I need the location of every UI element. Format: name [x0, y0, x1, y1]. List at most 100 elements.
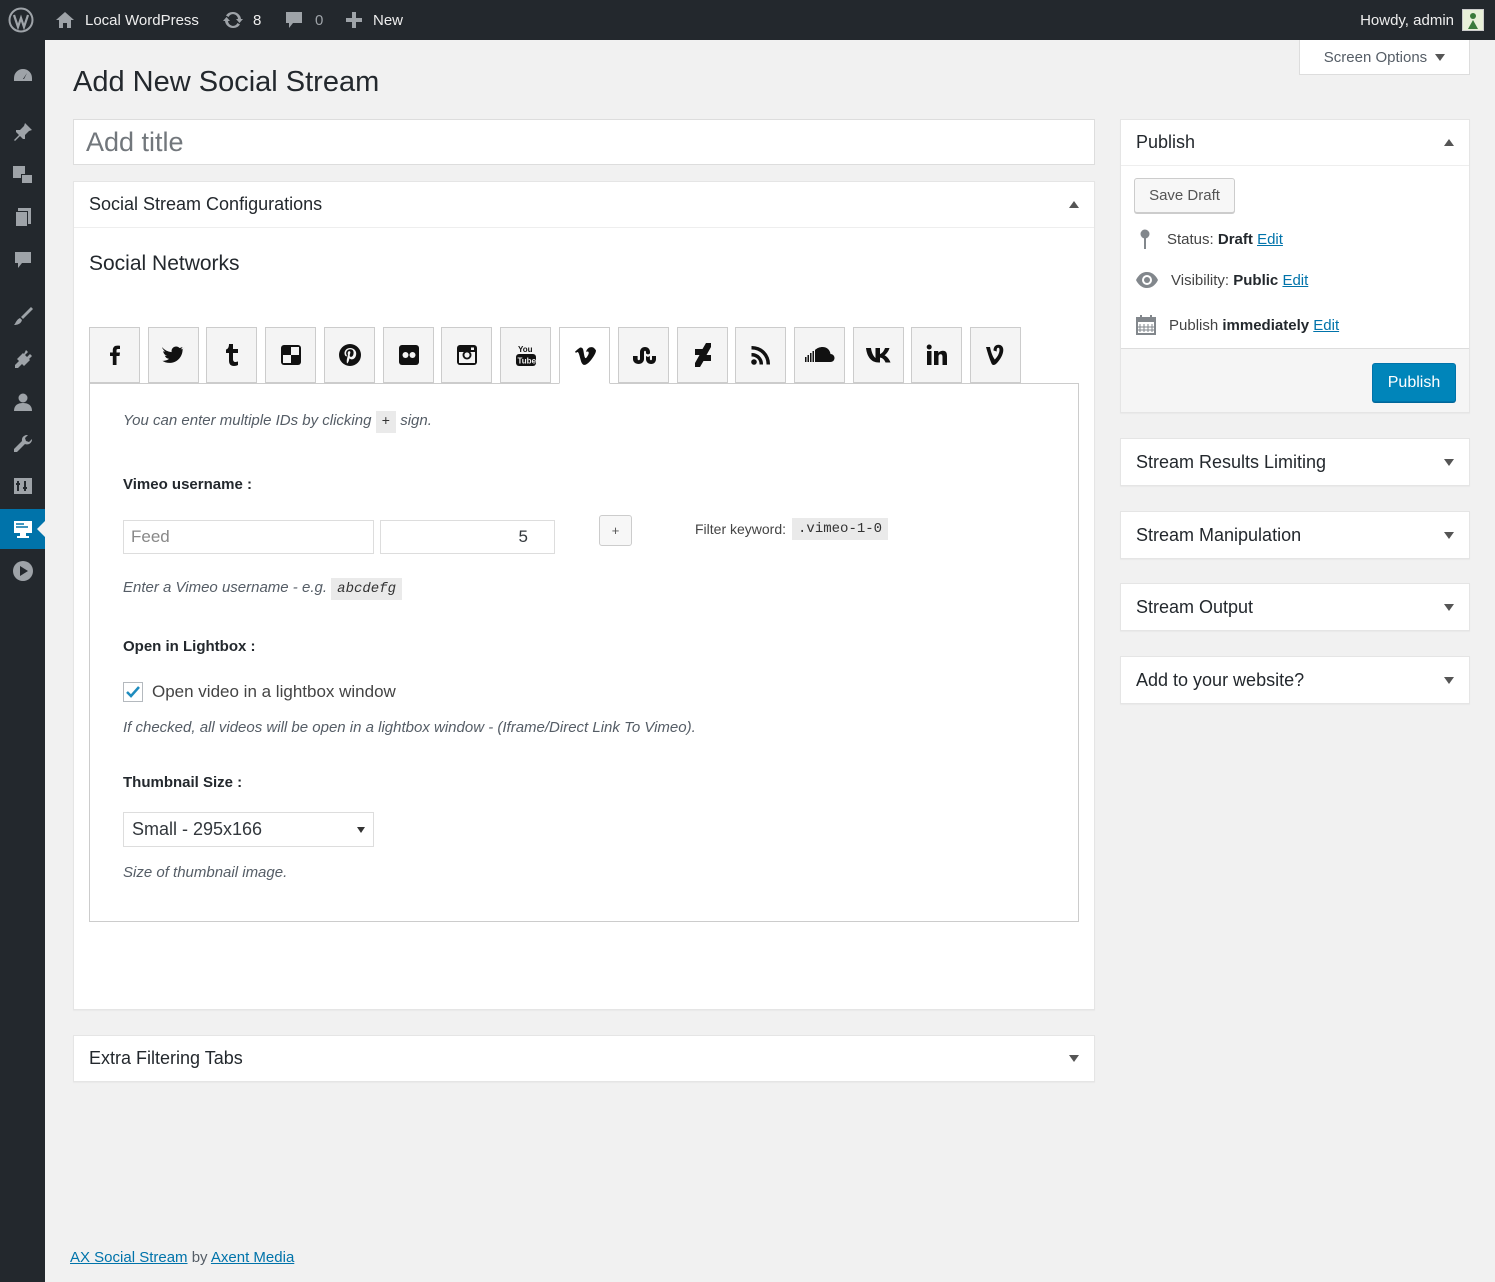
tab-stumbleupon[interactable] — [618, 327, 669, 383]
add-id-button[interactable]: + — [599, 515, 632, 546]
menu-appearance[interactable] — [0, 296, 45, 336]
svg-text:You: You — [518, 345, 533, 354]
plugin-link[interactable]: AX Social Stream — [70, 1249, 188, 1266]
edit-visibility-link[interactable]: Edit — [1282, 272, 1308, 289]
footer: AX Social Stream by Axent Media — [70, 1249, 294, 1266]
menu-social-stream[interactable] — [0, 509, 45, 549]
extra-filtering-header[interactable]: Extra Filtering Tabs — [74, 1036, 1094, 1081]
vimeo-icon — [574, 346, 596, 365]
feed-input[interactable] — [123, 520, 374, 554]
stream-results-limiting-title: Stream Results Limiting — [1136, 451, 1327, 472]
stream-results-limiting-box: Stream Results Limiting — [1120, 438, 1470, 486]
stream-output-box: Stream Output — [1120, 583, 1470, 631]
menu-settings[interactable] — [0, 466, 45, 506]
publish-button[interactable]: Publish — [1372, 363, 1456, 402]
major-publishing-actions: Publish — [1121, 348, 1469, 412]
multiple-ids-help-suffix: sign. — [400, 412, 432, 429]
tab-vine[interactable] — [970, 327, 1021, 383]
tab-twitter[interactable] — [148, 327, 199, 383]
menu-comments[interactable] — [0, 240, 45, 280]
config-box-title: Social Stream Configurations — [89, 194, 323, 214]
menu-users[interactable] — [0, 382, 45, 422]
wordpress-logo-icon[interactable] — [8, 0, 34, 40]
extra-filtering-title: Extra Filtering Tabs — [89, 1048, 243, 1068]
author-link[interactable]: Axent Media — [211, 1249, 294, 1266]
expand-arrow-icon[interactable] — [1444, 676, 1454, 684]
expand-arrow-icon[interactable] — [1444, 603, 1454, 611]
thumbnail-size-help: Size of thumbnail image. — [123, 864, 288, 881]
youtube-icon: You Tube — [515, 345, 536, 366]
edit-status-link[interactable]: Edit — [1257, 231, 1283, 248]
select-arrow-icon — [357, 826, 365, 833]
tab-soundcloud[interactable] — [794, 327, 845, 383]
collapse-arrow-icon[interactable] — [1444, 139, 1454, 146]
tab-instagram[interactable] — [441, 327, 492, 383]
edit-publish-time-link[interactable]: Edit — [1313, 317, 1339, 334]
menu-media[interactable] — [0, 155, 45, 195]
tab-tumblr[interactable] — [206, 327, 257, 383]
expand-arrow-icon[interactable] — [1444, 458, 1454, 466]
instagram-icon — [456, 345, 477, 365]
vimeo-tab-panel: You can enter multiple IDs by clicking +… — [89, 383, 1079, 922]
title-input[interactable] — [73, 119, 1095, 165]
save-draft-button[interactable]: Save Draft — [1134, 178, 1235, 213]
status-label: Status: — [1167, 230, 1214, 248]
updates-link[interactable]: 8 — [222, 0, 261, 40]
stream-output-header[interactable]: Stream Output — [1121, 584, 1469, 630]
tab-flickr[interactable] — [383, 327, 434, 383]
linkedin-icon — [926, 344, 947, 365]
publish-time-row: Publish immediately Edit — [1135, 314, 1339, 336]
multiple-ids-help: You can enter multiple IDs by clicking +… — [123, 411, 432, 433]
facebook-icon — [109, 345, 120, 365]
plus-icon — [346, 12, 362, 28]
extra-filtering-box: Extra Filtering Tabs — [73, 1035, 1095, 1082]
menu-pages[interactable] — [0, 197, 45, 237]
menu-dashboard[interactable] — [0, 56, 45, 96]
comments-link[interactable]: 0 — [284, 0, 323, 40]
tab-pinterest[interactable] — [324, 327, 375, 383]
tab-deviantart[interactable] — [677, 327, 728, 383]
tab-rss[interactable] — [735, 327, 786, 383]
collapse-arrow-icon[interactable] — [1069, 201, 1079, 208]
svg-text:Tube: Tube — [517, 357, 536, 366]
checkmark-icon — [126, 686, 140, 698]
menu-plugins[interactable] — [0, 339, 45, 379]
menu-posts[interactable] — [0, 112, 45, 152]
stream-manipulation-header[interactable]: Stream Manipulation — [1121, 512, 1469, 558]
lightbox-checkbox[interactable] — [123, 682, 143, 702]
expand-arrow-icon[interactable] — [1444, 531, 1454, 539]
tab-linkedin[interactable] — [911, 327, 962, 383]
publish-label: Publish — [1169, 316, 1219, 334]
count-input[interactable] — [380, 520, 555, 554]
delicious-icon — [280, 345, 301, 365]
menu-tools[interactable] — [0, 424, 45, 464]
paintbrush-icon — [13, 307, 33, 325]
updates-icon — [223, 11, 243, 29]
visibility-label: Visibility: — [1171, 271, 1230, 289]
new-content-link[interactable]: New — [345, 0, 403, 40]
lightbox-checkbox-label[interactable]: Open video in a lightbox window — [152, 682, 396, 702]
page-title: Add New Social Stream — [73, 66, 380, 98]
multiple-ids-help-text: You can enter multiple IDs by clicking — [123, 412, 372, 429]
screen-options-button[interactable]: Screen Options — [1299, 40, 1470, 75]
rss-icon — [750, 345, 770, 365]
stream-results-limiting-header[interactable]: Stream Results Limiting — [1121, 439, 1469, 485]
tab-vk[interactable] — [853, 327, 904, 383]
tab-vimeo[interactable] — [559, 327, 610, 384]
tab-facebook[interactable] — [89, 327, 140, 383]
menu-video[interactable] — [0, 551, 45, 591]
add-to-website-title: Add to your website? — [1136, 669, 1305, 690]
tab-delicious[interactable] — [265, 327, 316, 383]
thumbnail-size-select[interactable]: Small - 295x166 — [123, 812, 374, 847]
my-account-link[interactable]: Howdy, admin — [1360, 0, 1484, 40]
visibility-row: Visibility: Public Edit — [1135, 271, 1308, 289]
publish-box-header[interactable]: Publish — [1121, 120, 1469, 166]
admin-bar: Local WordPress 8 0 New Howdy, admin — [0, 0, 1495, 40]
pages-icon — [14, 208, 31, 227]
tab-youtube[interactable]: You Tube — [500, 327, 551, 383]
add-to-website-header[interactable]: Add to your website? — [1121, 657, 1469, 703]
config-box-header[interactable]: Social Stream Configurations — [74, 182, 1094, 228]
site-name-link[interactable]: Local WordPress — [55, 0, 199, 40]
expand-arrow-icon[interactable] — [1069, 1055, 1079, 1062]
settings-icon — [13, 478, 32, 494]
